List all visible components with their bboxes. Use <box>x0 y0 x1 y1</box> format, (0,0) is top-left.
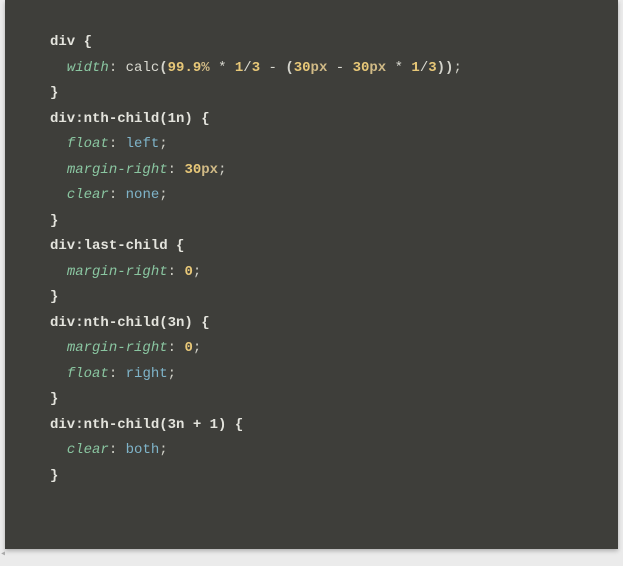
code-block: div { width: calc(99.9% * 1/3 - (30px - … <box>5 0 618 489</box>
code-panel: div { width: calc(99.9% * 1/3 - (30px - … <box>5 0 618 549</box>
scroll-left-icon: ◂ <box>0 550 6 560</box>
